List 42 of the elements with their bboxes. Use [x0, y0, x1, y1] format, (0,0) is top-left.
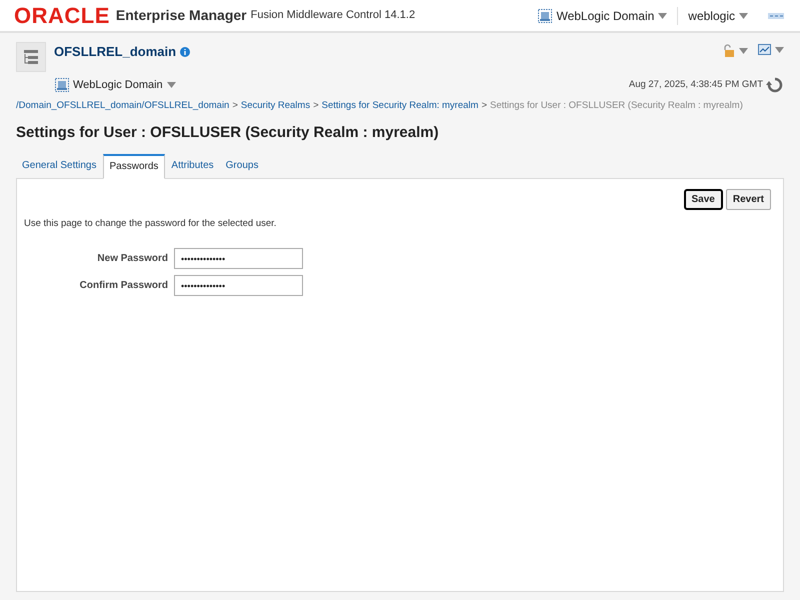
password-field[interactable]: •••••••••••••• — [174, 248, 303, 269]
oracle-logo: ORACLE — [14, 4, 110, 26]
tab[interactable]: Passwords — [102, 154, 166, 179]
chart-menu[interactable] — [758, 44, 784, 55]
chart-icon — [758, 44, 771, 55]
target-type-menu[interactable]: WebLogic Domain — [55, 76, 176, 94]
action-button[interactable]: Revert — [726, 188, 771, 210]
breadcrumb-separator: > — [313, 99, 319, 113]
lock-menu[interactable] — [723, 44, 748, 57]
timestamp: Aug 27, 2025, 4:38:45 PM GMT — [628, 78, 763, 92]
breadcrumb-link[interactable]: /Domain_OFSLLREL_domain/OFSLLREL_domain — [16, 99, 230, 114]
tab[interactable]: Attributes — [165, 152, 220, 178]
target-icon — [16, 42, 46, 72]
info-icon[interactable] — [180, 47, 190, 57]
domain-icon — [538, 8, 552, 22]
breadcrumb-link[interactable]: Security Realms — [240, 99, 310, 114]
caret-icon — [166, 82, 176, 88]
description: Use this page to change the password for the selected user. — [24, 216, 278, 231]
refresh-icon[interactable] — [766, 76, 784, 94]
breadcrumb-link[interactable]: Settings for Security Realm: myrealm — [322, 99, 478, 114]
more-icon[interactable] — [768, 12, 784, 18]
caret-icon — [739, 12, 748, 18]
target-menu[interactable]: WebLogic Domain — [538, 6, 678, 24]
breadcrumb-current: Settings for User : OFSLLUSER (Security Realm : myrealm) — [490, 99, 743, 113]
field-label: New Password — [96, 252, 169, 266]
user-menu[interactable]: weblogic — [688, 6, 748, 24]
page-title: Settings for User : OFSLLUSER (Security Realm : myrealm) — [15, 123, 440, 144]
password-field[interactable]: •••••••••••••• — [174, 275, 303, 296]
product-subtitle: Fusion Middleware Control 14.1.2 — [250, 8, 416, 24]
product-name: Enterprise Manager — [116, 6, 247, 25]
breadcrumb-separator: > — [481, 99, 487, 113]
caret-icon — [658, 12, 668, 18]
caret-icon — [739, 48, 748, 54]
domain-icon — [55, 78, 69, 92]
tab[interactable]: Groups — [220, 152, 264, 178]
breadcrumb-separator: > — [232, 99, 238, 113]
action-button[interactable]: Save — [684, 188, 723, 210]
caret-icon — [775, 46, 784, 52]
lock-icon — [723, 44, 735, 57]
field-label: Confirm Password — [78, 279, 169, 293]
tab[interactable]: General Settings — [16, 152, 102, 178]
target-name: OFSLLREL_domain — [54, 43, 176, 62]
